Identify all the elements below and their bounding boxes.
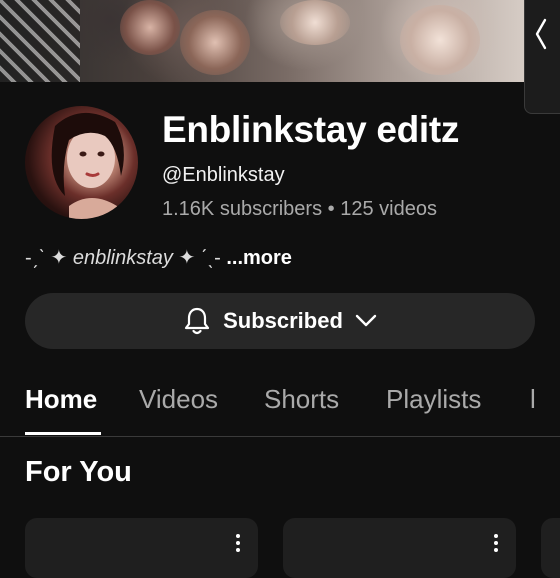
chevron-down-icon — [355, 314, 377, 327]
stats-separator: • — [327, 198, 335, 220]
section-title: For You — [25, 456, 132, 488]
channel-name: Enblinkstay editz — [162, 109, 460, 150]
banner-stripes — [0, 0, 80, 82]
tab-shorts[interactable]: Shorts — [264, 384, 339, 415]
channel-banner[interactable] — [0, 0, 524, 82]
chevron-left-icon — [535, 18, 547, 50]
banner-person-3 — [280, 0, 350, 45]
video-count: 125 videos — [340, 198, 437, 220]
tab-more[interactable]: l — [530, 384, 536, 415]
channel-stats: 1.16K subscribers • 125 videos — [162, 198, 437, 221]
channel-handle: @Enblinkstay — [162, 164, 285, 186]
tab-playlists[interactable]: Playlists — [386, 384, 481, 415]
video-card[interactable] — [25, 518, 258, 578]
subscribed-label: Subscribed — [223, 308, 343, 333]
more-options-icon[interactable] — [493, 534, 499, 555]
channel-description[interactable]: -ˏˋ ✦ enblinkstay ✦ ˊˎ- ...more — [25, 245, 292, 270]
subscriber-count: 1.16K subscribers — [162, 198, 323, 220]
more-options-icon[interactable] — [235, 534, 241, 555]
tab-videos[interactable]: Videos — [139, 384, 218, 415]
banner-person-1 — [120, 0, 180, 55]
description-prefix: -ˏˋ ✦ — [25, 247, 68, 269]
description-text: enblinkstay — [72, 247, 173, 269]
description-suffix: ✦ ˊˎ- — [178, 247, 221, 269]
side-panel-handle[interactable] — [524, 0, 560, 114]
tab-home[interactable]: Home — [25, 384, 97, 415]
subscribed-button[interactable]: Subscribed — [25, 293, 535, 349]
banner-person-2 — [180, 10, 250, 75]
video-card[interactable] — [541, 518, 560, 578]
bell-icon — [184, 307, 210, 335]
active-tab-indicator — [25, 432, 101, 435]
description-more-link[interactable]: ...more — [226, 247, 292, 269]
video-card[interactable] — [283, 518, 516, 578]
channel-avatar[interactable] — [25, 106, 138, 219]
banner-person-4 — [400, 5, 480, 75]
avatar-image — [51, 112, 124, 219]
channel-tabs: Home Videos Shorts Playlists l — [0, 372, 560, 437]
